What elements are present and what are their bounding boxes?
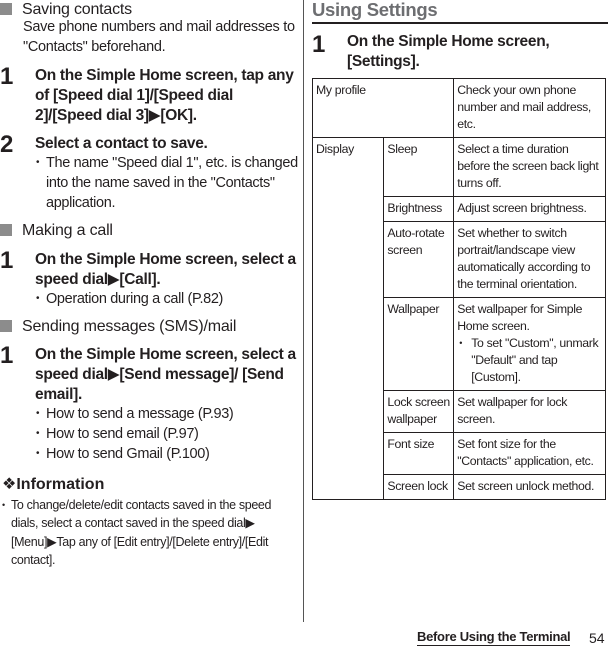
item-label-brightness: Brightness (383, 196, 455, 222)
column-divider (303, 0, 304, 622)
square-bullet-icon (0, 3, 12, 15)
title-rule (312, 22, 608, 24)
square-bullet-icon (0, 320, 12, 332)
table-row: Display Sleep Select a time duration bef… (311, 137, 606, 500)
row-desc-my-profile: Check your own phone number and mail add… (453, 78, 606, 138)
table-row: My profile Check your own phone number a… (311, 78, 606, 138)
item-desc-sleep: Select a time duration before the screen… (453, 137, 606, 197)
item-label-screen-lock: Screen lock (383, 474, 455, 500)
information-heading: ❖Information (2, 476, 105, 493)
item-desc-screen-lock: Set screen unlock method. (453, 474, 606, 500)
step-text: On the Simple Home screen, [Settings]. (347, 33, 550, 70)
saving-note: The name "Speed dial 1", etc. is changed… (36, 153, 306, 213)
group-label-display: Display (311, 137, 385, 500)
call-note: Operation during a call (P.82) (36, 289, 306, 309)
information-text: To change/delete/edit contacts saved in … (2, 496, 296, 569)
item-desc-lock-screen-wallpaper: Set wallpaper for lock screen. (453, 390, 606, 433)
step-number: 1 (312, 31, 326, 58)
step-number: 1 (0, 247, 14, 274)
row-label-my-profile: My profile (311, 78, 455, 138)
item-desc-wallpaper: Set wallpaper for Simple Home screen. To… (453, 297, 606, 391)
item-desc-auto-rotate: Set whether to switch portrait/landscape… (453, 221, 606, 298)
step-text: On the Simple Home screen, select a spee… (35, 346, 296, 403)
section-heading-call: Making a call (0, 221, 113, 240)
item-label-auto-rotate: Auto-rotate screen (383, 221, 455, 298)
item-label-sleep: Sleep (383, 137, 455, 197)
item-desc-font-size: Set font size for the "Contacts" applica… (453, 432, 606, 475)
item-label-lock-screen-wallpaper: Lock screen wallpaper (383, 390, 455, 433)
item-label-wallpaper: Wallpaper (383, 297, 455, 391)
section-heading-messages: Sending messages (SMS)/mail (0, 317, 236, 336)
section-heading-saving: Saving contacts (0, 0, 132, 19)
page-title: Using Settings (312, 0, 438, 20)
step-text: On the Simple Home screen, select a spee… (35, 251, 296, 288)
step-number: 1 (0, 63, 14, 90)
messages-note-1: How to send a message (P.93) (36, 404, 306, 424)
wallpaper-note: To set "Custom", unmark "Default" and ta… (457, 335, 602, 386)
messages-note-2: How to send email (P.97) (36, 424, 306, 444)
square-bullet-icon (0, 224, 12, 236)
footer-section-title: Before Using the Terminal (417, 629, 571, 646)
page-number: 54 (589, 630, 605, 646)
item-label-font-size: Font size (383, 432, 455, 475)
step-text: On the Simple Home screen, tap any of [S… (35, 67, 294, 124)
messages-note-3: How to send Gmail (P.100) (36, 444, 306, 464)
saving-description: Save phone numbers and mail addresses to… (23, 19, 295, 55)
step-number: 2 (0, 131, 14, 158)
wallpaper-desc-text: Set wallpaper for Simple Home screen. (457, 302, 583, 333)
settings-table: My profile Check your own phone number a… (311, 78, 606, 500)
step-number: 1 (0, 342, 14, 369)
step-text: Select a contact to save. (35, 135, 208, 152)
item-desc-brightness: Adjust screen brightness. (453, 196, 606, 222)
